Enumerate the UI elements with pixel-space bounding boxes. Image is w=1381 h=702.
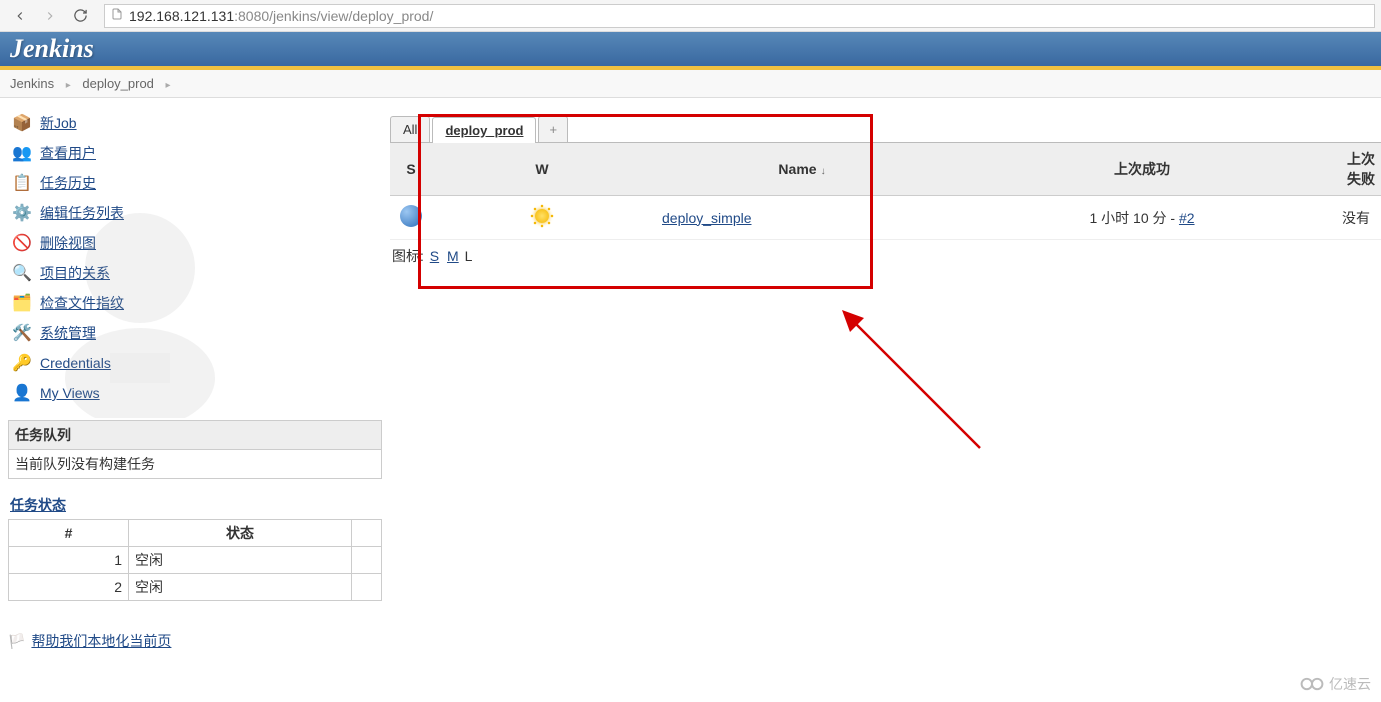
sun-icon xyxy=(530,204,554,228)
address-bar[interactable]: 192.168.121.131:8080/jenkins/view/deploy… xyxy=(104,4,1375,28)
status-panel: 任务状态 #状态 1空闲 2空闲 xyxy=(8,491,382,601)
sidebar-item-system[interactable]: 🛠️ 系统管理 xyxy=(8,318,382,348)
col-last-success[interactable]: 上次成功 xyxy=(952,143,1332,196)
gear-icon: ⚙️ xyxy=(10,203,34,223)
sidebar-item-relations[interactable]: 🔍 项目的关系 xyxy=(8,258,382,288)
forbidden-icon: 🚫 xyxy=(10,233,34,253)
flag-icon: 🏳️ xyxy=(8,633,25,650)
jobs-table: S W Name↓ 上次成功 上次失败 deploy_simple 1 小时 1… xyxy=(390,143,1381,240)
breadcrumb: Jenkins ▸ deploy_prod ▸ xyxy=(0,70,1381,98)
box-icon: 📦 xyxy=(10,113,34,133)
app-header: Jenkins xyxy=(0,32,1381,70)
breadcrumb-root[interactable]: Jenkins xyxy=(10,76,54,91)
sidebar-item-fingerprint[interactable]: 🗂️ 检查文件指纹 xyxy=(8,288,382,318)
notepad-icon: 📋 xyxy=(10,173,34,193)
queue-title: 任务队列 xyxy=(9,421,381,450)
col-state: 状态 xyxy=(129,520,352,547)
tab-deploy-prod[interactable]: deploy_prod xyxy=(432,117,536,143)
last-success-cell: 1 小时 10 分 - #2 xyxy=(952,196,1332,240)
sidebar-item-users[interactable]: 👥 查看用户 xyxy=(8,138,382,168)
view-tabs: All deploy_prod + xyxy=(390,116,1381,143)
sidebar-item-label: 查看用户 xyxy=(40,143,96,163)
sidebar-item-edit-tasks[interactable]: ⚙️ 编辑任务列表 xyxy=(8,198,382,228)
executor-row: 1空闲 xyxy=(9,547,382,574)
back-button[interactable] xyxy=(6,4,34,28)
url-path: :8080/jenkins/view/deploy_prod/ xyxy=(234,8,433,24)
help-link-label: 帮助我们本地化当前页 xyxy=(31,631,171,651)
url-host: 192.168.121.131 xyxy=(129,8,234,24)
sidebar-item-credentials[interactable]: 🔑 Credentials xyxy=(8,348,382,378)
sidebar-item-label: 任务历史 xyxy=(40,173,96,193)
queue-empty-text: 当前队列没有构建任务 xyxy=(9,450,381,478)
sidebar-item-label: 删除视图 xyxy=(40,233,96,253)
weather-cell[interactable] xyxy=(432,196,652,240)
status-cell[interactable] xyxy=(390,196,432,240)
watermark: 亿速云 xyxy=(1299,674,1371,694)
fingerprint-icon: 🗂️ xyxy=(10,293,34,313)
status-title[interactable]: 任务状态 xyxy=(10,497,66,513)
executor-table: #状态 1空闲 2空闲 xyxy=(8,519,382,601)
col-weather[interactable]: W xyxy=(432,143,652,196)
user-icon: 👤 xyxy=(10,383,34,403)
help-localize[interactable]: 🏳️ 帮助我们本地化当前页 xyxy=(8,631,382,651)
icon-size-label: 图标: xyxy=(392,248,424,264)
browser-toolbar: 192.168.121.131:8080/jenkins/view/deploy… xyxy=(0,0,1381,32)
job-link[interactable]: deploy_simple xyxy=(662,210,752,226)
chevron-right-icon: ▸ xyxy=(166,80,171,91)
annotation-arrow xyxy=(830,298,990,458)
build-link[interactable]: #2 xyxy=(1179,210,1195,226)
blue-ball-icon xyxy=(400,205,422,227)
executor-row: 2空闲 xyxy=(9,574,382,601)
users-icon: 👥 xyxy=(10,143,34,163)
icon-size-m[interactable]: M xyxy=(447,248,459,264)
sidebar-item-label: Credentials xyxy=(40,355,111,371)
name-cell: deploy_simple xyxy=(652,196,952,240)
chevron-right-icon: ▸ xyxy=(66,80,71,91)
icon-size-row: 图标: S M L xyxy=(390,240,1381,272)
sidebar-item-label: 系统管理 xyxy=(40,323,96,343)
tools-icon: 🛠️ xyxy=(10,323,34,343)
sidebar-item-label: 编辑任务列表 xyxy=(40,203,124,223)
search-icon: 🔍 xyxy=(10,263,34,283)
col-num: # xyxy=(9,520,129,547)
sidebar-item-label: 新Job xyxy=(40,113,77,133)
col-name[interactable]: Name↓ xyxy=(652,143,952,196)
sidebar-item-label: 项目的关系 xyxy=(40,263,110,283)
sidebar: 📦新Job 👥查看用户 📋任务历史 ⚙️编辑任务列表 🚫删除视图 🔍项目的关系 … xyxy=(0,98,390,661)
keys-icon: 🔑 xyxy=(10,353,34,373)
last-fail-cell: 没有 xyxy=(1332,196,1381,240)
sidebar-item-new-job[interactable]: 📦 新Job xyxy=(8,108,382,138)
job-row: deploy_simple 1 小时 10 分 - #2 没有 xyxy=(390,196,1381,240)
sidebar-item-history[interactable]: 📋 任务历史 xyxy=(8,168,382,198)
main-content: All deploy_prod + S W Name↓ 上次成功 上次失败 de… xyxy=(390,98,1381,661)
sidebar-item-label: 检查文件指纹 xyxy=(40,293,124,313)
col-last-fail[interactable]: 上次失败 xyxy=(1332,143,1381,196)
jenkins-logo[interactable]: Jenkins xyxy=(10,34,94,63)
sort-down-icon: ↓ xyxy=(821,166,826,177)
tab-all[interactable]: All xyxy=(390,116,430,142)
sidebar-item-delete-view[interactable]: 🚫 删除视图 xyxy=(8,228,382,258)
sidebar-item-my-views[interactable]: 👤 My Views xyxy=(8,378,382,408)
icon-size-l: L xyxy=(465,248,473,264)
file-icon xyxy=(111,7,123,24)
forward-button[interactable] xyxy=(36,4,64,28)
icon-size-s[interactable]: S xyxy=(430,248,439,264)
sidebar-item-label: My Views xyxy=(40,385,100,401)
queue-panel: 任务队列 当前队列没有构建任务 xyxy=(8,420,382,479)
tab-add[interactable]: + xyxy=(538,116,568,142)
reload-button[interactable] xyxy=(66,4,94,28)
breadcrumb-view[interactable]: deploy_prod xyxy=(82,76,154,91)
col-status[interactable]: S xyxy=(390,143,432,196)
